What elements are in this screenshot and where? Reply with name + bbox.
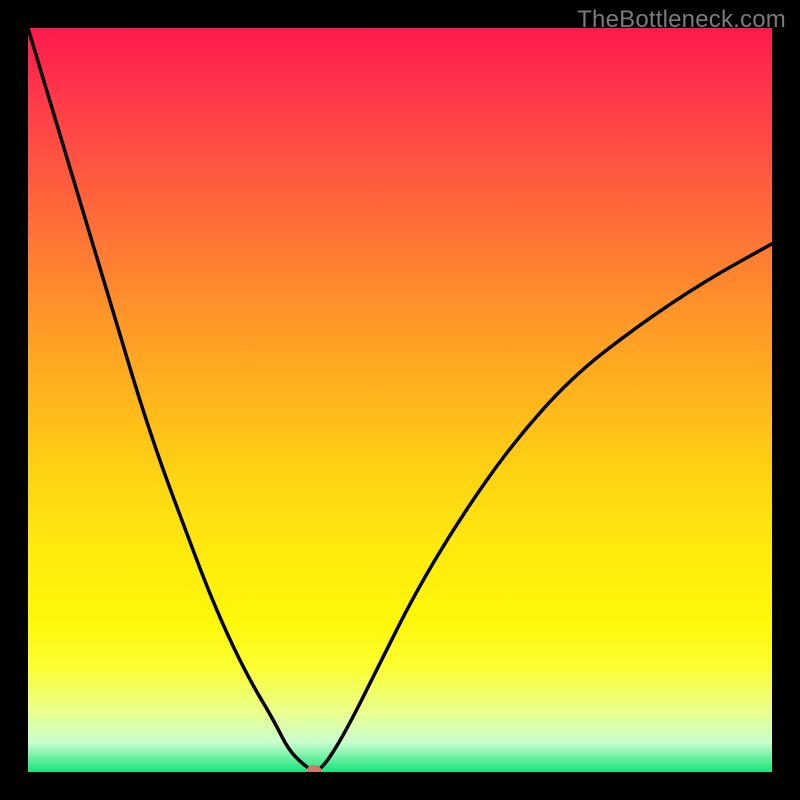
plot-area xyxy=(28,28,772,772)
optimum-marker xyxy=(306,765,322,772)
attribution-text: TheBottleneck.com xyxy=(577,6,786,34)
chart-frame: TheBottleneck.com xyxy=(0,0,800,800)
bottleneck-curve xyxy=(28,28,772,772)
